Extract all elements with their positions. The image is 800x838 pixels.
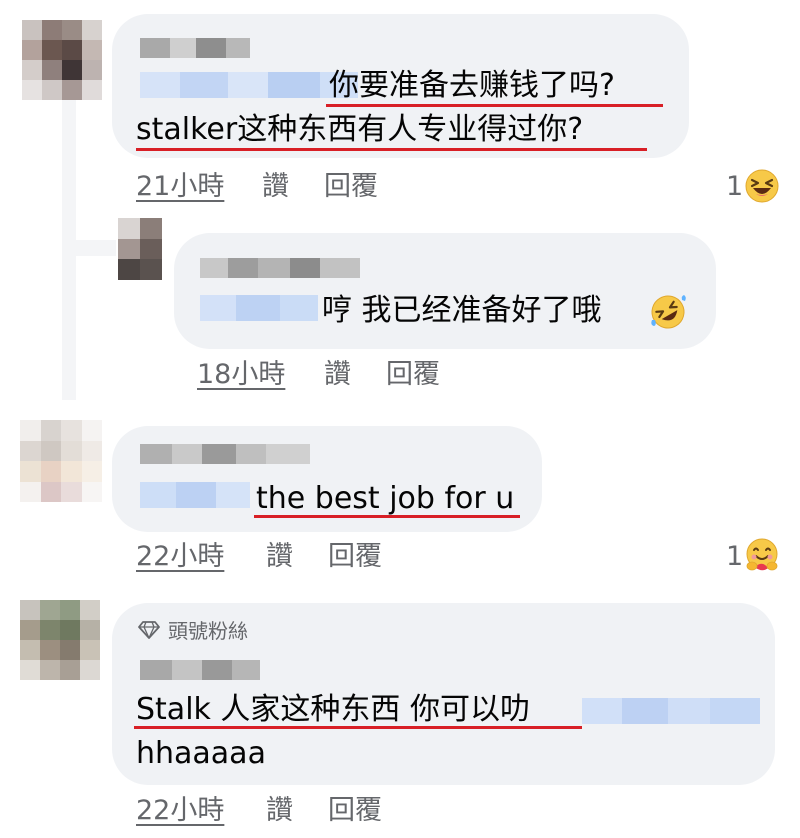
like-button[interactable]: 讚 bbox=[324, 358, 351, 392]
reply-button[interactable]: 回覆 bbox=[324, 170, 378, 204]
mention-blurred[interactable] bbox=[140, 482, 250, 508]
reply-button[interactable]: 回覆 bbox=[328, 540, 382, 574]
reply-button[interactable]: 回覆 bbox=[328, 794, 382, 828]
reaction-count[interactable]: 1 bbox=[726, 540, 743, 574]
comment-bubble bbox=[174, 233, 716, 349]
comment-text: 你要准备去赚钱了吗? bbox=[329, 68, 615, 103]
mention-blurred[interactable] bbox=[200, 295, 318, 321]
rolling-on-floor-laughing-emoji-icon bbox=[651, 295, 686, 329]
comment-time[interactable]: 21小時 bbox=[136, 170, 224, 204]
avatar[interactable] bbox=[22, 20, 102, 100]
comment-text: stalker这种东西有人专业得过你? bbox=[136, 112, 584, 147]
highlight-underline bbox=[136, 148, 647, 151]
avatar[interactable] bbox=[20, 600, 100, 680]
comment-text: hhaaaaa bbox=[136, 736, 266, 771]
top-fan-badge: 頭號粉絲 bbox=[168, 619, 248, 643]
comment-time[interactable]: 18小時 bbox=[197, 358, 285, 392]
laughing-squint-emoji-icon[interactable] bbox=[744, 168, 780, 204]
highlight-underline bbox=[326, 104, 663, 107]
reply-button[interactable]: 回覆 bbox=[386, 358, 440, 392]
hug-emoji-icon[interactable] bbox=[743, 537, 781, 575]
comment-text: 哼 我已经准备好了哦 bbox=[322, 293, 602, 328]
comment-time[interactable]: 22小時 bbox=[136, 794, 224, 828]
like-button[interactable]: 讚 bbox=[262, 170, 289, 204]
avatar[interactable] bbox=[118, 218, 162, 280]
commenter-name-blurred[interactable] bbox=[140, 444, 310, 464]
highlight-underline bbox=[134, 726, 582, 729]
highlight-underline bbox=[254, 515, 520, 518]
commenter-name-blurred[interactable] bbox=[200, 258, 360, 278]
comment-text: Stalk 人家这种东西 你可以叻 bbox=[136, 692, 530, 727]
avatar[interactable] bbox=[20, 420, 102, 502]
like-button[interactable]: 讚 bbox=[266, 794, 293, 828]
reaction-count[interactable]: 1 bbox=[726, 170, 743, 204]
comment-time[interactable]: 22小時 bbox=[136, 540, 224, 574]
commenter-name-blurred[interactable] bbox=[140, 660, 260, 680]
like-button[interactable]: 讚 bbox=[266, 540, 293, 574]
diamond-icon bbox=[138, 621, 160, 639]
comment-text: the best job for u bbox=[256, 481, 515, 516]
commenter-name-blurred[interactable] bbox=[140, 38, 250, 58]
mention-blurred[interactable] bbox=[140, 72, 358, 98]
mention-blurred[interactable] bbox=[582, 698, 760, 724]
thread-line bbox=[64, 240, 116, 256]
